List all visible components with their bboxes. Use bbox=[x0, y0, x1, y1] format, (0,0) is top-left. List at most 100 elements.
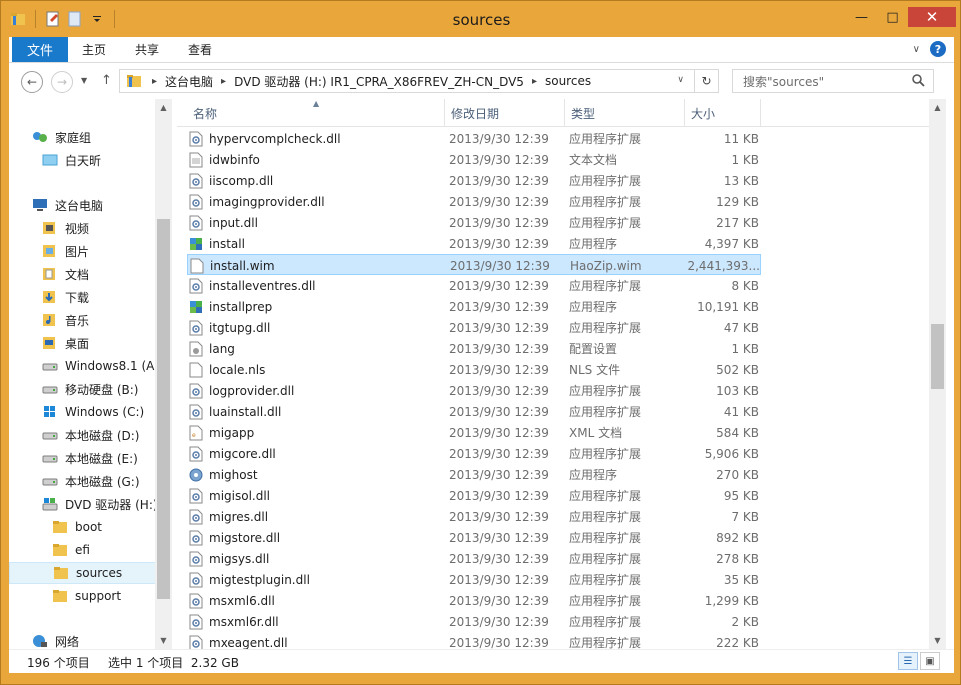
sidebar-item-nav[interactable]: 视频 bbox=[9, 217, 157, 239]
table-row[interactable]: migtestplugin.dll 2013/9/30 12:39 应用程序扩展 35… bbox=[187, 569, 761, 590]
maximize-button[interactable]: □ bbox=[877, 7, 908, 27]
file-list-scrollbar[interactable]: ▲ ▼ bbox=[929, 99, 946, 649]
table-row[interactable]: migcore.dll 2013/9/30 12:39 应用程序扩展 5,906 KB bbox=[187, 443, 761, 464]
sidebar-item-nav[interactable]: 本地磁盘 (G:) bbox=[9, 470, 157, 492]
large-icons-view-icon[interactable]: ▣ bbox=[920, 652, 940, 670]
file-name-cell: mxeagent.dll bbox=[189, 632, 434, 649]
file-name: iiscomp.dll bbox=[209, 173, 274, 188]
table-row[interactable]: idwbinfo 2013/9/30 12:39 文本文档 1 KB bbox=[187, 149, 761, 170]
address-bar[interactable]: ▸ 这台电脑 ▸ DVD 驱动器 (H:) IR1_CPRA_X86FREV_Z… bbox=[119, 69, 719, 93]
table-row[interactable]: mighost 2013/9/30 12:39 应用程序 270 KB bbox=[187, 464, 761, 485]
file-type: 应用程序扩展 bbox=[569, 531, 642, 545]
table-row[interactable]: install 2013/9/30 12:39 应用程序 4,397 KB bbox=[187, 233, 761, 254]
sidebar-item-nav[interactable]: support bbox=[9, 585, 157, 607]
close-button[interactable]: ✕ bbox=[908, 7, 956, 27]
table-row[interactable]: mxeagent.dll 2013/9/30 12:39 应用程序扩展 222 KB bbox=[187, 632, 761, 649]
tab-share[interactable]: 共享 bbox=[135, 37, 159, 62]
dll-file-icon bbox=[189, 551, 203, 567]
file-name-cell: msxml6r.dll bbox=[189, 611, 434, 632]
sidebar-item-label: 白天昕 bbox=[65, 153, 102, 168]
table-row[interactable]: migisol.dll 2013/9/30 12:39 应用程序扩展 95 KB bbox=[187, 485, 761, 506]
file-name-cell: mighost bbox=[189, 464, 434, 485]
column-header-size[interactable]: 大小 bbox=[685, 99, 761, 127]
breadcrumb-sources[interactable]: sources bbox=[543, 74, 593, 88]
sidebar-item-nav[interactable]: 白天昕 bbox=[9, 149, 157, 171]
up-button[interactable]: ↑ bbox=[101, 73, 112, 88]
sidebar-item-nav[interactable]: 移动硬盘 (B:) bbox=[9, 378, 157, 400]
file-date: 2013/9/30 12:39 bbox=[449, 131, 549, 146]
file-type: 配置设置 bbox=[569, 342, 618, 356]
scrollbar-thumb[interactable] bbox=[931, 324, 944, 389]
column-header-type[interactable]: 类型 bbox=[565, 99, 685, 127]
forward-button[interactable]: → bbox=[51, 71, 73, 93]
file-size: 1 KB bbox=[731, 341, 759, 356]
table-row-selected[interactable]: install.wim 2013/9/30 12:39 HaoZip.wim 2,44… bbox=[187, 254, 761, 275]
scroll-up-icon[interactable]: ▲ bbox=[155, 99, 172, 116]
scroll-down-icon[interactable]: ▼ bbox=[155, 632, 172, 649]
sidebar-item-sources[interactable]: sources bbox=[9, 562, 157, 584]
file-name: migapp bbox=[209, 425, 255, 440]
file-size: 8 KB bbox=[731, 278, 759, 293]
tab-home[interactable]: 主页 bbox=[82, 37, 106, 62]
minimize-button[interactable]: — bbox=[846, 7, 877, 27]
table-row[interactable]: iiscomp.dll 2013/9/30 12:39 应用程序扩展 13 KB bbox=[187, 170, 761, 191]
table-row[interactable]: input.dll 2013/9/30 12:39 应用程序扩展 217 KB bbox=[187, 212, 761, 233]
sidebar-item-nav[interactable]: DVD 驱动器 (H:) bbox=[9, 493, 157, 515]
sidebar-item-nav[interactable]: Windows (C:) bbox=[9, 401, 157, 423]
file-name: imagingprovider.dll bbox=[209, 194, 325, 209]
breadcrumb-dvd-drive[interactable]: DVD 驱动器 (H:) IR1_CPRA_X86FREV_ZH-CN_DV5 bbox=[232, 73, 526, 90]
tab-file[interactable]: 文件 bbox=[12, 37, 68, 62]
table-row[interactable]: migstore.dll 2013/9/30 12:39 应用程序扩展 892 KB bbox=[187, 527, 761, 548]
sidebar-item-nav[interactable]: boot bbox=[9, 516, 157, 538]
table-row[interactable]: imagingprovider.dll 2013/9/30 12:39 应用程序扩展… bbox=[187, 191, 761, 212]
sidebar-item-nav[interactable]: 音乐 bbox=[9, 309, 157, 331]
tab-view[interactable]: 查看 bbox=[188, 37, 212, 62]
sidebar-item-nav[interactable]: 图片 bbox=[9, 240, 157, 262]
table-row[interactable]: itgtupg.dll 2013/9/30 12:39 应用程序扩展 47 KB bbox=[187, 317, 761, 338]
sidebar-item-nav[interactable]: 桌面 bbox=[9, 332, 157, 354]
details-view-icon[interactable]: ☰ bbox=[898, 652, 918, 670]
back-button[interactable]: ← bbox=[21, 71, 43, 93]
scroll-up-icon[interactable]: ▲ bbox=[929, 99, 946, 116]
search-input[interactable]: 搜索"sources" bbox=[732, 69, 934, 93]
table-row[interactable]: logprovider.dll 2013/9/30 12:39 应用程序扩展 103 … bbox=[187, 380, 761, 401]
file-date: 2013/9/30 12:39 bbox=[449, 614, 549, 629]
help-icon[interactable]: ? bbox=[930, 41, 946, 57]
table-row[interactable]: msxml6.dll 2013/9/30 12:39 应用程序扩展 1,299 KB bbox=[187, 590, 761, 611]
table-row[interactable]: migres.dll 2013/9/30 12:39 应用程序扩展 7 KB bbox=[187, 506, 761, 527]
sidebar-item-nav[interactable]: 下载 bbox=[9, 286, 157, 308]
navigation-pane-scrollbar[interactable]: ▲ ▼ bbox=[155, 99, 172, 649]
refresh-button[interactable]: ↻ bbox=[694, 70, 718, 92]
sidebar-item-label: 视频 bbox=[65, 221, 90, 236]
table-row[interactable]: installeventres.dll 2013/9/30 12:39 应用程序扩展… bbox=[187, 275, 761, 296]
table-row[interactable]: migsys.dll 2013/9/30 12:39 应用程序扩展 278 KB bbox=[187, 548, 761, 569]
table-row[interactable]: luainstall.dll 2013/9/30 12:39 应用程序扩展 41 KB bbox=[187, 401, 761, 422]
table-row[interactable]: locale.nls 2013/9/30 12:39 NLS 文件 502 KB bbox=[187, 359, 761, 380]
file-name-cell: migstore.dll bbox=[189, 527, 434, 548]
expand-ribbon-icon[interactable]: ∨ bbox=[913, 44, 920, 55]
table-row[interactable]: hypervcomplcheck.dll 2013/9/30 12:39 应用程序扩… bbox=[187, 128, 761, 149]
sidebar-item-nav[interactable]: 网络 bbox=[9, 630, 157, 649]
table-row[interactable]: installprep 2013/9/30 12:39 应用程序 10,191 KB bbox=[187, 296, 761, 317]
scroll-down-icon[interactable]: ▼ bbox=[929, 632, 946, 649]
sidebar-item-nav[interactable]: 家庭组 bbox=[9, 126, 157, 148]
sidebar-item-nav[interactable]: Windows8.1 (A: bbox=[9, 355, 157, 377]
table-row[interactable]: e migapp 2013/9/30 12:39 XML 文档 584 KB bbox=[187, 422, 761, 443]
sidebar-item-nav[interactable]: 这台电脑 bbox=[9, 194, 157, 216]
file-size: 7 KB bbox=[731, 509, 759, 524]
file-date: 2013/9/30 12:39 bbox=[449, 152, 549, 167]
sidebar-item-label: efi bbox=[75, 543, 90, 557]
scrollbar-thumb[interactable] bbox=[157, 219, 170, 599]
videos-folder-icon bbox=[41, 220, 59, 236]
address-history-icon[interactable]: ∨ bbox=[677, 75, 684, 85]
column-header-date[interactable]: 修改日期 bbox=[445, 99, 565, 127]
table-row[interactable]: msxml6r.dll 2013/9/30 12:39 应用程序扩展 2 KB bbox=[187, 611, 761, 632]
sidebar-item-nav[interactable]: efi bbox=[9, 539, 157, 561]
sort-ascending-icon: ▲ bbox=[313, 99, 320, 108]
table-row[interactable]: lang 2013/9/30 12:39 配置设置 1 KB bbox=[187, 338, 761, 359]
sidebar-item-nav[interactable]: 本地磁盘 (E:) bbox=[9, 447, 157, 469]
recent-locations-icon[interactable]: ▼ bbox=[81, 76, 87, 85]
breadcrumb-this-pc[interactable]: 这台电脑 bbox=[163, 73, 215, 90]
sidebar-item-nav[interactable]: 本地磁盘 (D:) bbox=[9, 424, 157, 446]
sidebar-item-nav[interactable]: 文档 bbox=[9, 263, 157, 285]
